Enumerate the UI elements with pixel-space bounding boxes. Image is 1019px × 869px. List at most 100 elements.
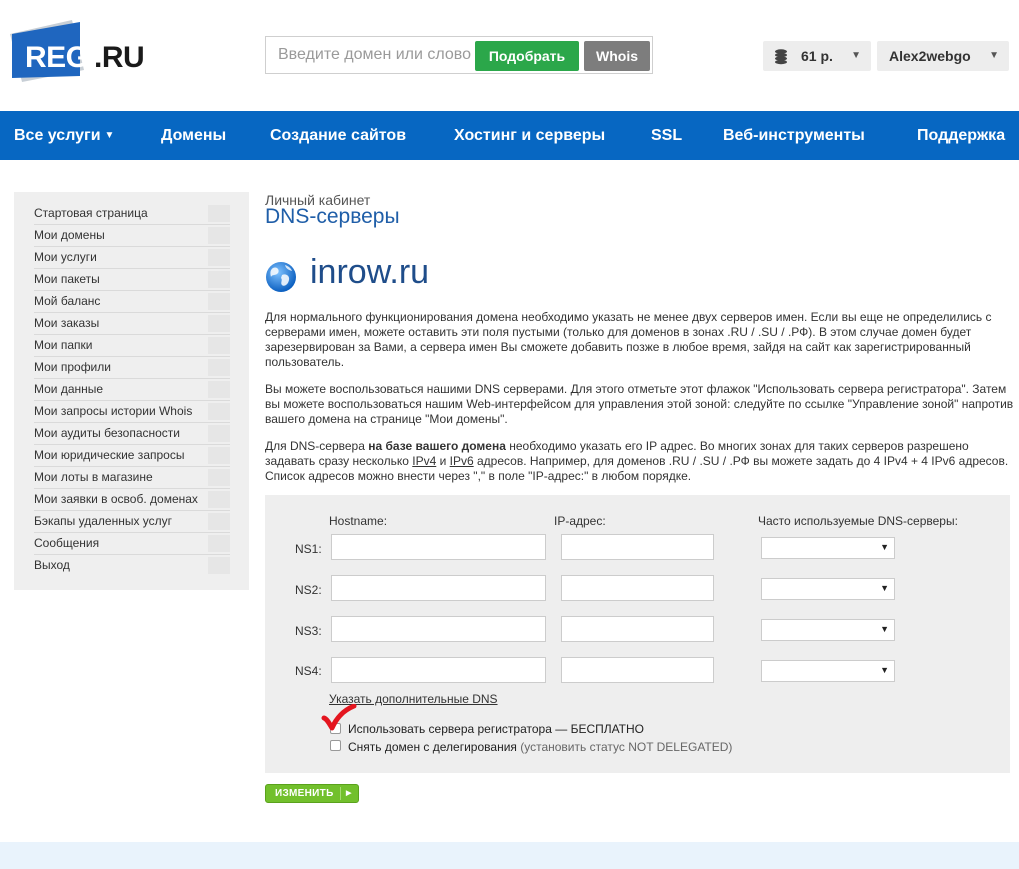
ipv6-link[interactable]: IPv6	[450, 454, 474, 468]
domain-search: Подобрать Whois	[265, 36, 653, 74]
undelegate-label[interactable]: Снять домен с делегирования (установить …	[348, 740, 732, 754]
sidebar-item[interactable]: Мои лоты в магазине	[34, 467, 230, 489]
balance-dropdown[interactable]: 61 р. ▼	[763, 41, 871, 71]
dns-form: Hostname: IP-адрес: Часто используемые D…	[265, 495, 1010, 773]
para-text: и	[436, 454, 450, 468]
sidebar-item-label: Мои заказы	[34, 316, 100, 330]
ns2-ip-input[interactable]	[561, 575, 714, 601]
nav-hosting[interactable]: Хостинг и серверы	[454, 111, 605, 160]
dropdown-arrow-icon: ▼	[880, 624, 889, 634]
hostname-header: Hostname:	[329, 514, 388, 528]
sidebar-item-pad	[208, 315, 230, 332]
ns3-ip-input[interactable]	[561, 616, 714, 642]
ns2-label: NS2:	[295, 583, 322, 597]
sidebar-item-label: Мои лоты в магазине	[34, 470, 153, 484]
search-input[interactable]	[266, 37, 474, 73]
undelegate-checkbox[interactable]	[330, 740, 341, 751]
sidebar-item[interactable]: Мои домены	[34, 225, 230, 247]
undelegate-note: (установить статус NOT DELEGATED)	[520, 740, 733, 754]
whois-button[interactable]: Whois	[584, 41, 650, 71]
ns1-frequent-select[interactable]: ▼	[761, 537, 895, 559]
user-dropdown[interactable]: Alex2webgo ▼	[877, 41, 1009, 71]
sidebar-item-label: Сообщения	[34, 536, 100, 550]
ns4-frequent-select[interactable]: ▼	[761, 660, 895, 682]
sidebar-item[interactable]: Бэкапы удаленных услуг	[34, 511, 230, 533]
sidebar-item[interactable]: Мои папки	[34, 335, 230, 357]
logo-suffix: .RU	[94, 41, 145, 74]
sidebar-item-pad	[208, 337, 230, 354]
red-checkmark-annotation	[321, 704, 357, 731]
ns2-hostname-input[interactable]	[331, 575, 546, 601]
sidebar-item[interactable]: Мои профили	[34, 357, 230, 379]
button-separator	[340, 787, 341, 800]
sidebar-item[interactable]: Стартовая страница	[34, 203, 230, 225]
ns3-hostname-input[interactable]	[331, 616, 546, 642]
ns3-frequent-select[interactable]: ▼	[761, 619, 895, 641]
sidebar-item[interactable]: Мои юридические запросы	[34, 445, 230, 467]
sidebar-item-label: Мой баланс	[34, 294, 101, 308]
sidebar-item-label: Мои домены	[34, 228, 105, 242]
sidebar-item-label: Мои услуги	[34, 250, 97, 264]
ns4-label: NS4:	[295, 664, 322, 678]
nav-all-services[interactable]: Все услуги ▼	[14, 111, 114, 160]
arrow-right-icon: ▶	[346, 790, 352, 797]
sidebar-item[interactable]: Мой баланс	[34, 291, 230, 313]
ns1-hostname-input[interactable]	[331, 534, 546, 560]
pick-button[interactable]: Подобрать	[475, 41, 579, 71]
info-paragraph-1: Для нормального функционирования домена …	[265, 310, 992, 369]
sidebar-item-pad	[208, 359, 230, 376]
change-button-label: ИЗМЕНИТЬ	[275, 788, 334, 799]
sidebar-item-label: Мои юридические запросы	[34, 448, 185, 462]
ns4-ip-input[interactable]	[561, 657, 714, 683]
coins-icon	[775, 49, 787, 65]
sidebar-item-pad	[208, 513, 230, 530]
username: Alex2webgo	[889, 48, 971, 64]
sidebar-item-pad	[208, 205, 230, 222]
logo-text: REG	[25, 41, 89, 74]
change-button[interactable]: ИЗМЕНИТЬ ▶	[265, 784, 359, 803]
footer-band	[0, 842, 1019, 869]
undelegate-text: Снять домен с делегирования	[348, 740, 517, 754]
sidebar-item-label: Мои пакеты	[34, 272, 100, 286]
sidebar-item[interactable]: Мои заявки в освоб. доменах	[34, 489, 230, 511]
use-registrar-label[interactable]: Использовать сервера регистратора — БЕСП…	[348, 722, 644, 736]
page-title: DNS-серверы	[265, 205, 400, 228]
globe-icon	[266, 262, 296, 292]
sidebar-item[interactable]: Мои заказы	[34, 313, 230, 335]
nav-support[interactable]: Поддержка	[917, 111, 1005, 160]
sidebar-item[interactable]: Мои пакеты	[34, 269, 230, 291]
sidebar-item[interactable]: Мои аудиты безопасности	[34, 423, 230, 445]
sidebar-item-label: Мои папки	[34, 338, 93, 352]
sidebar-item-pad	[208, 491, 230, 508]
sidebar-item[interactable]: Мои услуги	[34, 247, 230, 269]
nav-ssl[interactable]: SSL	[651, 111, 682, 160]
para-bold-text: на базе вашего домена	[368, 439, 506, 453]
domain-name: inrow.ru	[310, 253, 430, 291]
nav-domains[interactable]: Домены	[161, 111, 226, 160]
frequent-dns-header: Часто используемые DNS-серверы:	[758, 514, 958, 528]
sidebar-item[interactable]: Выход	[34, 555, 230, 577]
sidebar-item-label: Бэкапы удаленных услуг	[34, 514, 173, 528]
sidebar-item[interactable]: Мои запросы истории Whois	[34, 401, 230, 423]
main-navigation: Все услуги ▼ Домены Создание сайтов Хости…	[0, 111, 1019, 160]
sidebar-item-pad	[208, 227, 230, 244]
ns2-frequent-select[interactable]: ▼	[761, 578, 895, 600]
info-paragraph-3: Для DNS-сервера на базе вашего домена не…	[265, 439, 1015, 484]
sidebar-item-pad	[208, 425, 230, 442]
account-sidebar: Стартовая страница Мои домены Мои услуги…	[14, 192, 249, 590]
nav-web-tools[interactable]: Веб-инструменты	[723, 111, 865, 160]
sidebar-item-label: Стартовая страница	[34, 206, 148, 220]
sidebar-item-label: Мои запросы истории Whois	[34, 404, 193, 418]
chevron-down-icon: ▼	[989, 50, 999, 61]
site-logo[interactable]: REG .RU	[10, 20, 145, 82]
nav-site-builder[interactable]: Создание сайтов	[270, 111, 406, 160]
ip-header: IP-адрес:	[554, 514, 606, 528]
caret-down-icon: ▼	[104, 130, 115, 141]
sidebar-item-label: Мои данные	[34, 382, 104, 396]
ipv4-link[interactable]: IPv4	[412, 454, 436, 468]
ns4-hostname-input[interactable]	[331, 657, 546, 683]
sidebar-item[interactable]: Сообщения	[34, 533, 230, 555]
chevron-down-icon: ▼	[851, 50, 861, 61]
sidebar-item[interactable]: Мои данные	[34, 379, 230, 401]
ns1-ip-input[interactable]	[561, 534, 714, 560]
